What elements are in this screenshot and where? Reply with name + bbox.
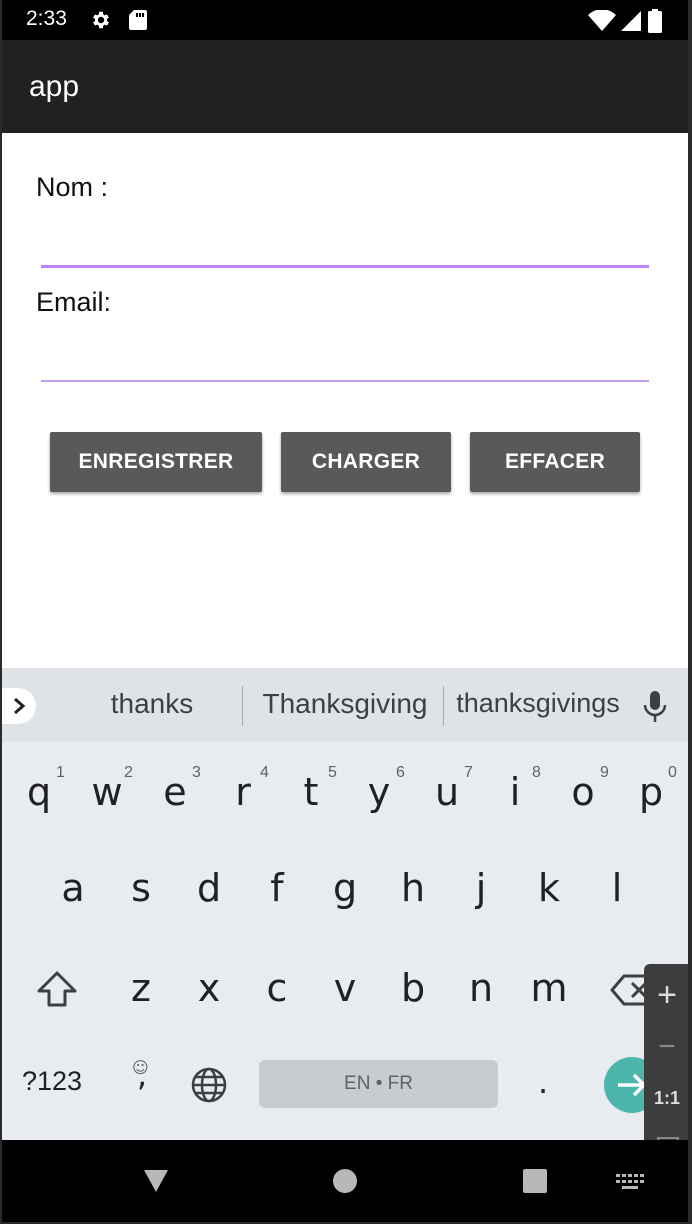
key-hint: 2 xyxy=(124,764,133,781)
key-s[interactable]: s xyxy=(108,848,174,928)
shift-icon[interactable] xyxy=(36,970,78,1010)
sd-card-icon xyxy=(129,10,147,30)
key-z[interactable]: z xyxy=(108,948,174,1028)
key-m[interactable]: m xyxy=(516,948,582,1028)
suggestion-2[interactable]: Thanksgiving xyxy=(247,688,443,720)
suggestion-bar: thanks Thanksgiving thanksgivings xyxy=(2,668,688,742)
wifi-icon xyxy=(588,10,616,31)
key-hint: 7 xyxy=(464,764,473,781)
battery-icon xyxy=(648,9,662,33)
suggestion-divider xyxy=(443,686,444,726)
key-hint: 5 xyxy=(328,764,337,781)
suggestion-3[interactable]: thanksgivings xyxy=(448,688,628,719)
zoom-out-button[interactable]: − xyxy=(644,1030,688,1064)
keyboard-icon[interactable] xyxy=(616,1174,644,1190)
nom-label: Nom : xyxy=(36,172,109,202)
key-hint: 4 xyxy=(260,764,269,781)
key-hint: 1 xyxy=(56,764,65,781)
symbols-key[interactable]: ?123 xyxy=(22,1066,82,1097)
key-v[interactable]: v xyxy=(312,948,378,1028)
expand-suggestions-button[interactable] xyxy=(2,688,36,724)
key-h[interactable]: h xyxy=(380,848,446,928)
zoom-in-button[interactable]: + xyxy=(644,976,688,1015)
key-hint: 0 xyxy=(668,764,677,781)
key-a[interactable]: a xyxy=(40,848,106,928)
key-b[interactable]: b xyxy=(380,948,446,1028)
device-screen: 2:33 app Nom : Email: ENREGISTRER CHARGE… xyxy=(2,0,688,1222)
key-hint: 8 xyxy=(532,764,541,781)
home-icon[interactable] xyxy=(332,1168,358,1194)
chevron-right-icon xyxy=(14,697,26,715)
email-label: Email: xyxy=(36,287,112,317)
app-bar: app xyxy=(2,40,688,133)
key-l[interactable]: l xyxy=(584,848,650,928)
space-key[interactable]: EN • FR xyxy=(259,1060,498,1108)
key-hint: 6 xyxy=(396,764,405,781)
period-key[interactable]: . xyxy=(538,1063,548,1101)
soft-keyboard: thanks Thanksgiving thanksgivings q1w2e3… xyxy=(2,668,688,1140)
key-c[interactable]: c xyxy=(244,948,310,1028)
key-g[interactable]: g xyxy=(312,848,378,928)
suggestion-divider xyxy=(242,686,243,726)
signal-icon xyxy=(621,11,641,31)
status-bar: 2:33 xyxy=(2,0,688,40)
load-button[interactable]: CHARGER xyxy=(281,432,451,492)
key-n[interactable]: n xyxy=(448,948,514,1028)
key-hint: 9 xyxy=(600,764,609,781)
key-f[interactable]: f xyxy=(244,848,310,928)
key-k[interactable]: k xyxy=(516,848,582,928)
key-x[interactable]: x xyxy=(176,948,242,1028)
navigation-bar xyxy=(2,1140,688,1222)
mic-icon[interactable] xyxy=(642,690,668,724)
app-title: app xyxy=(29,70,80,103)
comma-key[interactable]: , xyxy=(130,1056,154,1094)
status-time: 2:33 xyxy=(26,7,67,30)
save-button[interactable]: ENREGISTRER xyxy=(50,432,262,492)
globe-icon[interactable] xyxy=(190,1066,228,1104)
nom-input[interactable] xyxy=(41,228,649,268)
email-input[interactable] xyxy=(41,342,649,382)
recents-icon[interactable] xyxy=(522,1168,548,1194)
actual-size-button[interactable]: 1:1 xyxy=(644,1088,688,1109)
suggestion-1[interactable]: thanks xyxy=(62,688,242,720)
back-icon[interactable] xyxy=(142,1168,170,1194)
key-hint: 3 xyxy=(192,764,201,781)
key-d[interactable]: d xyxy=(176,848,242,928)
key-j[interactable]: j xyxy=(448,848,514,928)
clear-button[interactable]: EFFACER xyxy=(470,432,640,492)
gear-icon xyxy=(93,11,109,29)
